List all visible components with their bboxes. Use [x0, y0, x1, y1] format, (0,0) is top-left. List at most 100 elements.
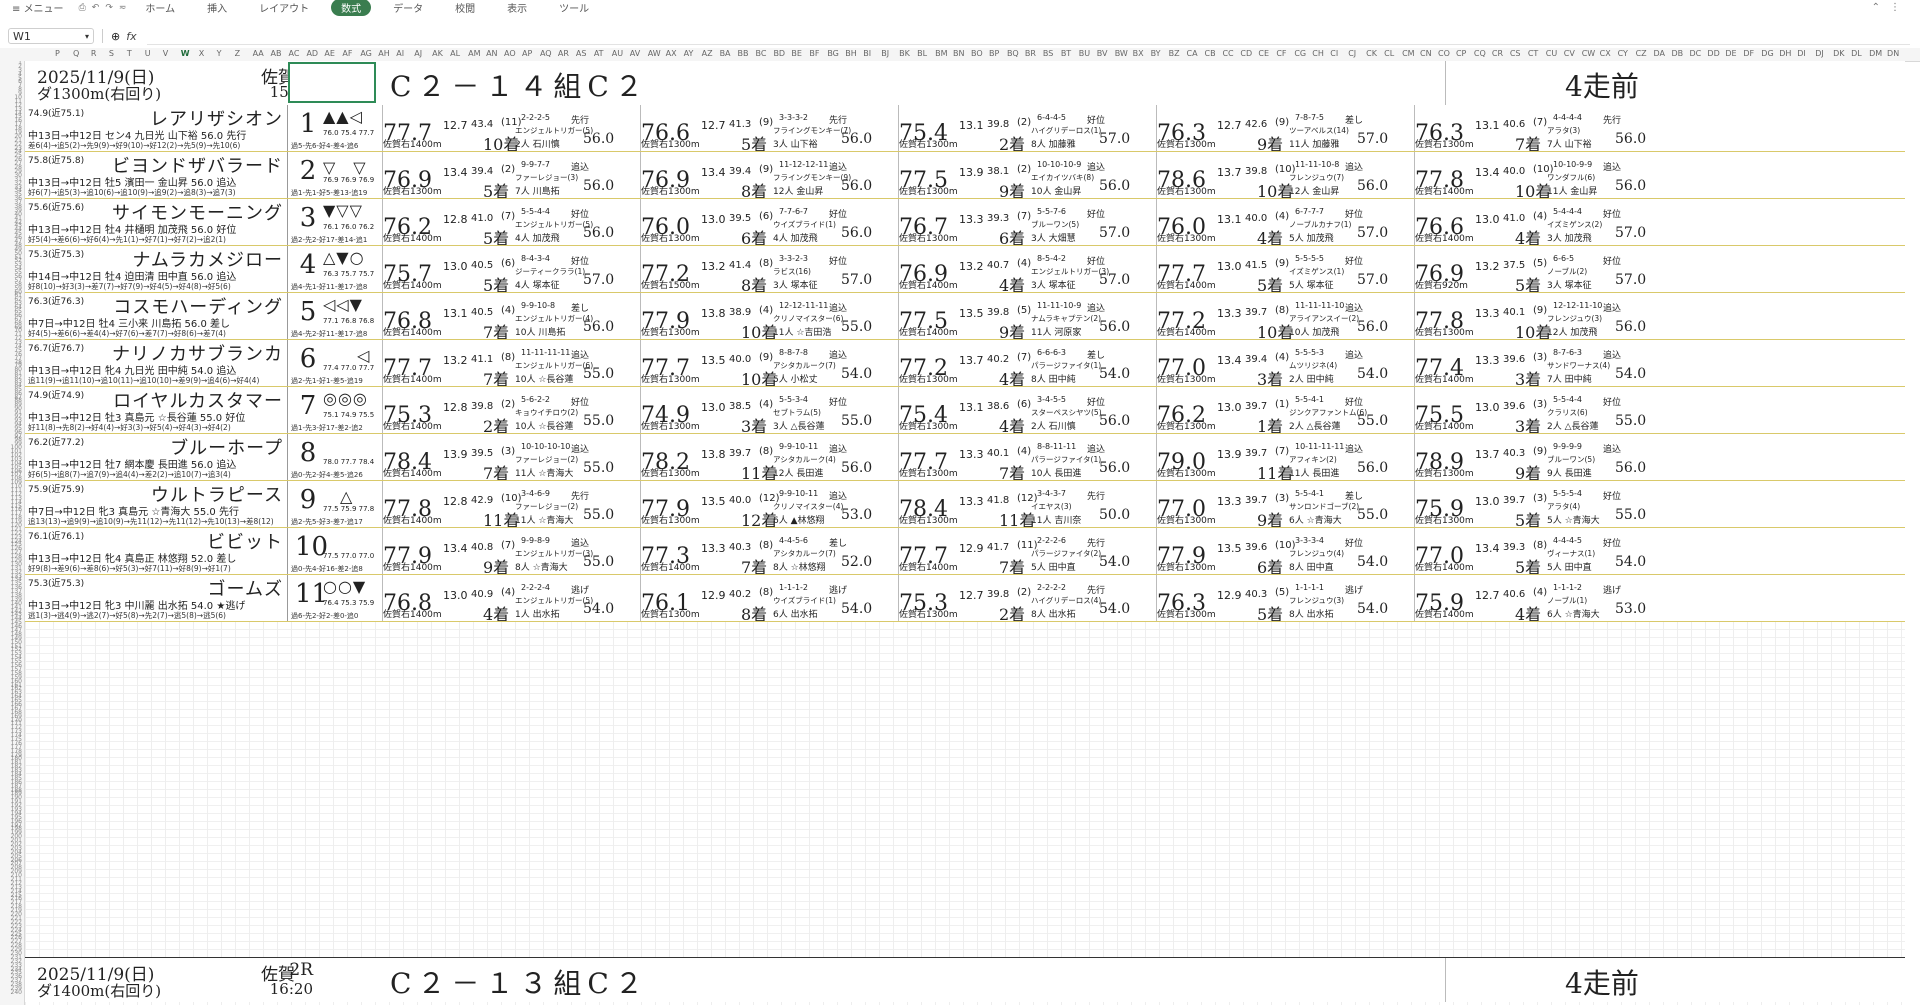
column-header-cu[interactable]: CU: [1546, 49, 1557, 58]
tab-data[interactable]: データ: [383, 0, 433, 16]
column-header-bm[interactable]: BM: [935, 49, 947, 58]
column-header-bx[interactable]: BX: [1133, 49, 1144, 58]
horse-row[interactable]: 76.7(近76.7) ナリノカサブランカ 中13日→中12日 牝4 九日光 田中純…: [25, 340, 1905, 387]
column-header-bv[interactable]: BV: [1097, 49, 1108, 58]
column-header-df[interactable]: DF: [1743, 49, 1754, 58]
column-header-q[interactable]: Q: [73, 49, 79, 58]
column-header-ae[interactable]: AE: [324, 49, 335, 58]
column-header-cs[interactable]: CS: [1510, 49, 1521, 58]
column-header-ay[interactable]: AY: [684, 49, 694, 58]
save-icon[interactable]: ⎙: [79, 3, 86, 13]
column-header-ca[interactable]: CA: [1187, 49, 1198, 58]
column-header-av[interactable]: AV: [630, 49, 640, 58]
row-header[interactable]: 240: [0, 989, 24, 995]
tab-review[interactable]: 校閲: [445, 0, 485, 16]
column-header-ch[interactable]: CH: [1312, 49, 1324, 58]
fx-icon[interactable]: fx: [126, 30, 136, 43]
column-header-ct[interactable]: CT: [1528, 49, 1538, 58]
column-header-by[interactable]: BY: [1151, 49, 1161, 58]
column-header-ck[interactable]: CK: [1366, 49, 1377, 58]
column-header-ar[interactable]: AR: [558, 49, 569, 58]
sheet-grid[interactable]: 2025/11/9(日) 佐賀 1R ダ1300m(右回り) 15:45 C２－…: [25, 61, 1905, 1005]
column-header-bs[interactable]: BS: [1043, 49, 1053, 58]
column-header-bg[interactable]: BG: [827, 49, 839, 58]
horse-row[interactable]: 75.3(近75.3) ナムラカメジロー 中14日→中12日 牡4 迫田清 田中直 …: [25, 246, 1905, 293]
column-header-bp[interactable]: BP: [989, 49, 999, 58]
column-header-cm[interactable]: CM: [1402, 49, 1415, 58]
column-header-au[interactable]: AU: [612, 49, 623, 58]
menu-button[interactable]: ≡ メニュー: [0, 0, 76, 15]
column-header-bt[interactable]: BT: [1061, 49, 1071, 58]
column-header-cq[interactable]: CQ: [1474, 49, 1486, 58]
column-header-dl[interactable]: DL: [1851, 49, 1862, 58]
formula-input[interactable]: [146, 28, 1910, 45]
column-header-an[interactable]: AN: [486, 49, 497, 58]
column-header-p[interactable]: P: [55, 49, 60, 58]
column-header-t[interactable]: T: [127, 49, 132, 58]
column-header-r[interactable]: R: [91, 49, 97, 58]
column-header-bw[interactable]: BW: [1115, 49, 1128, 58]
redo-icon[interactable]: ↷: [105, 3, 113, 13]
column-header-aw[interactable]: AW: [648, 49, 661, 58]
column-header-cd[interactable]: CD: [1240, 49, 1252, 58]
horse-row[interactable]: 75.6(近75.6) サイモンモーニング 中13日→中12日 牡4 井樋明 加茂飛…: [25, 199, 1905, 246]
column-header-dd[interactable]: DD: [1707, 49, 1719, 58]
column-header-aa[interactable]: AA: [253, 49, 264, 58]
column-header-at[interactable]: AT: [594, 49, 604, 58]
column-header-cl[interactable]: CL: [1384, 49, 1394, 58]
column-header-da[interactable]: DA: [1654, 49, 1666, 58]
more-icon[interactable]: ≂: [119, 3, 127, 13]
column-header-bj[interactable]: BJ: [881, 49, 889, 58]
column-header-ad[interactable]: AD: [306, 49, 318, 58]
column-header-aj[interactable]: AJ: [414, 49, 422, 58]
column-header-cg[interactable]: CG: [1294, 49, 1306, 58]
tab-insert[interactable]: 挿入: [197, 0, 237, 16]
column-header-ba[interactable]: BA: [720, 49, 731, 58]
column-header-cj[interactable]: CJ: [1348, 49, 1356, 58]
column-header-bb[interactable]: BB: [738, 49, 749, 58]
column-header-v[interactable]: V: [163, 49, 168, 58]
column-header-ak[interactable]: AK: [432, 49, 443, 58]
column-header-bc[interactable]: BC: [755, 49, 766, 58]
column-header-ci[interactable]: CI: [1330, 49, 1338, 58]
column-header-ce[interactable]: CE: [1258, 49, 1269, 58]
column-header-ac[interactable]: AC: [288, 49, 299, 58]
column-header-cx[interactable]: CX: [1600, 49, 1611, 58]
zoom-icon[interactable]: ⊕: [111, 30, 120, 43]
column-header-cw[interactable]: CW: [1582, 49, 1596, 58]
column-header-co[interactable]: CO: [1438, 49, 1450, 58]
column-header-dh[interactable]: DH: [1779, 49, 1791, 58]
horse-row[interactable]: 74.9(近74.9) ロイヤルカスタマー 中13日→中12日 牡3 真島元 ☆長谷…: [25, 387, 1905, 434]
column-header-cn[interactable]: CN: [1420, 49, 1432, 58]
column-header-am[interactable]: AM: [468, 49, 480, 58]
column-header-dm[interactable]: DM: [1869, 49, 1882, 58]
column-header-ap[interactable]: AP: [522, 49, 532, 58]
horse-row[interactable]: 75.8(近75.8) ビヨンドザバラード 中13日→中12日 牡5 濱田一 金山昇…: [25, 152, 1905, 199]
column-header-br[interactable]: BR: [1025, 49, 1036, 58]
column-header-dj[interactable]: DJ: [1815, 49, 1824, 58]
column-header-u[interactable]: U: [145, 49, 151, 58]
tab-formulas[interactable]: 数式: [331, 0, 372, 16]
horse-row[interactable]: 75.3(近75.3) ゴームズ 中13日→中12日 牝3 中川麗 出水拓 54.0…: [25, 575, 1905, 622]
overflow-icon[interactable]: ⋮: [1890, 2, 1900, 13]
column-header-cc[interactable]: CC: [1222, 49, 1233, 58]
column-header-af[interactable]: AF: [342, 49, 352, 58]
tab-view[interactable]: 表示: [497, 0, 537, 16]
column-header-bq[interactable]: BQ: [1007, 49, 1019, 58]
column-header-bf[interactable]: BF: [809, 49, 819, 58]
column-header-cy[interactable]: CY: [1618, 49, 1628, 58]
column-header-bz[interactable]: BZ: [1169, 49, 1180, 58]
column-header-cv[interactable]: CV: [1564, 49, 1575, 58]
column-header-x[interactable]: X: [199, 49, 204, 58]
column-header-bk[interactable]: BK: [899, 49, 910, 58]
column-header-bn[interactable]: BN: [953, 49, 964, 58]
column-header-dc[interactable]: DC: [1689, 49, 1701, 58]
column-header-s[interactable]: S: [109, 49, 114, 58]
column-header-ao[interactable]: AO: [504, 49, 516, 58]
tab-home[interactable]: ホーム: [135, 0, 185, 16]
column-header-ah[interactable]: AH: [378, 49, 390, 58]
collapse-icon[interactable]: ⌃: [1872, 2, 1880, 13]
horse-row[interactable]: 74.9(近75.1) レアリザシオン 中13日→中12日 セン4 九日光 山下裕 …: [25, 105, 1905, 152]
undo-icon[interactable]: ↶: [92, 3, 100, 13]
column-header-dn[interactable]: DN: [1887, 49, 1899, 58]
